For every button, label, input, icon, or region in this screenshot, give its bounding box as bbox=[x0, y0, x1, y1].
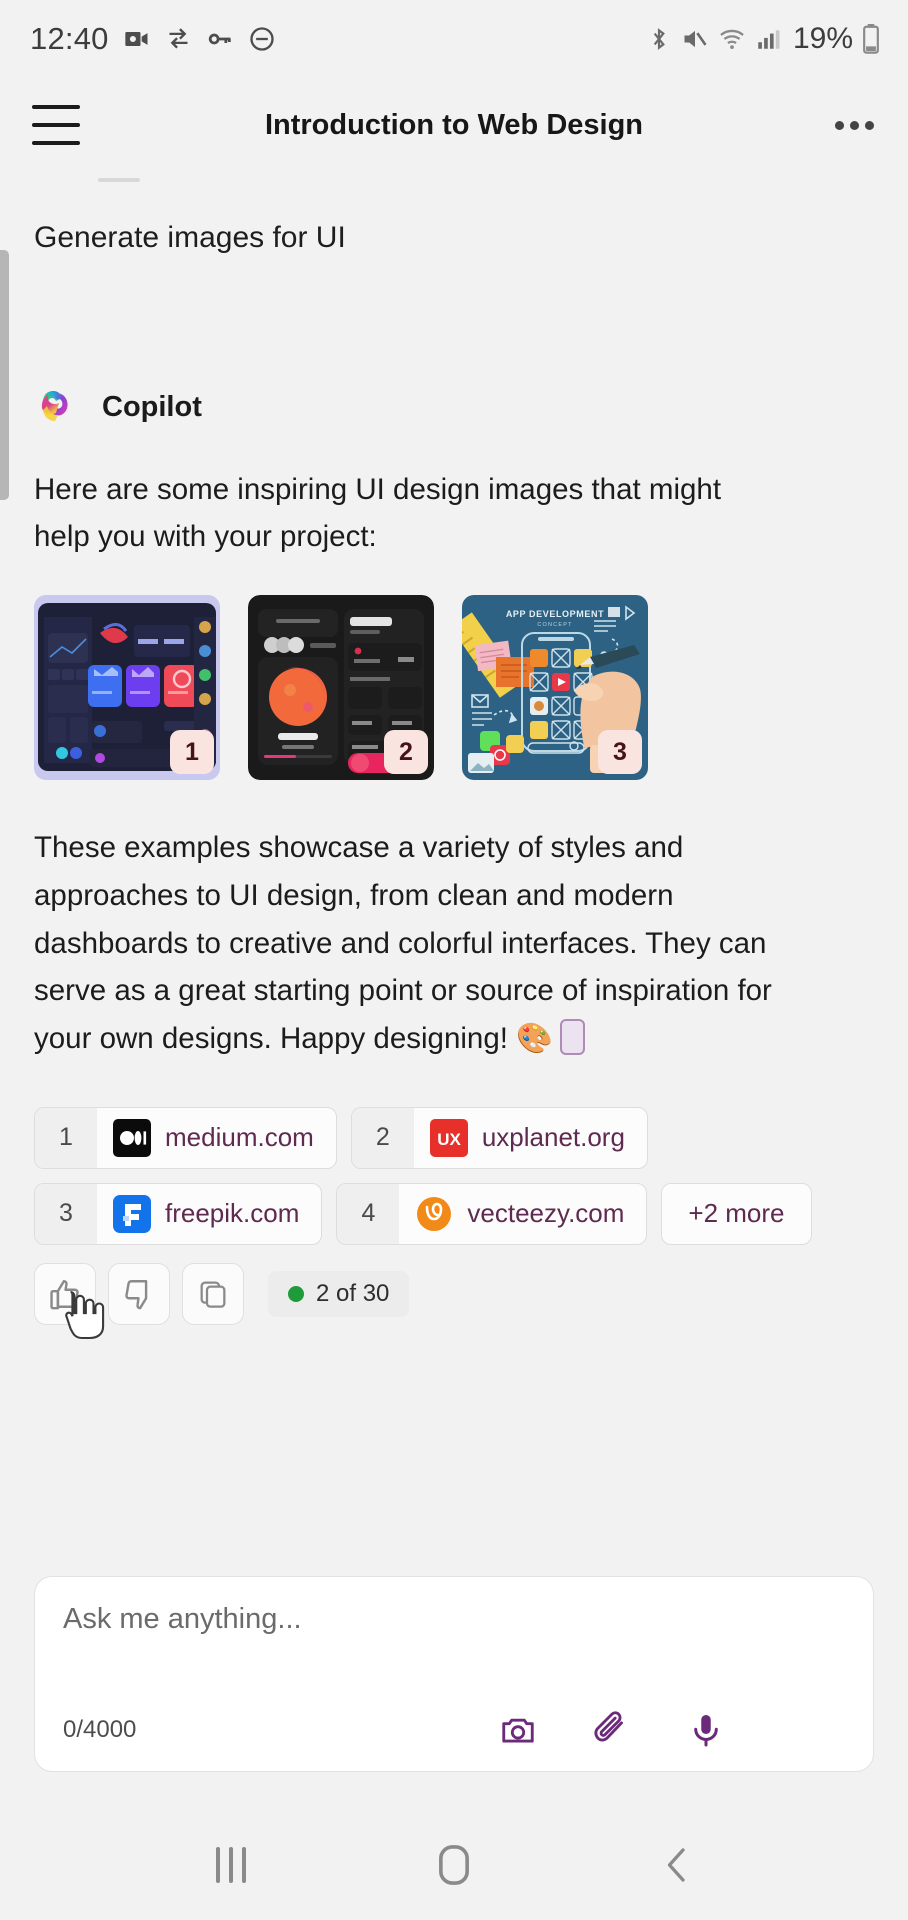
citation-chip-3[interactable]: 3 freepik.com bbox=[34, 1182, 323, 1245]
citation-list: 1 medium.com 2 UX uxplanet.org 3 freepik… bbox=[34, 1106, 874, 1245]
volume-muted-icon bbox=[681, 25, 709, 53]
assistant-paragraph-2: These examples showcase a variety of sty… bbox=[34, 824, 794, 1063]
page-title: Introduction to Web Design bbox=[264, 108, 644, 141]
message-counter: 2 of 30 bbox=[268, 1270, 410, 1317]
hamburger-menu-icon[interactable] bbox=[32, 105, 80, 145]
thumbs-down-icon[interactable] bbox=[108, 1262, 170, 1325]
citation-number: 2 bbox=[351, 1107, 414, 1168]
bluetooth-icon bbox=[646, 26, 672, 52]
conversation-content: Generate images for UI Copilot Here are … bbox=[0, 178, 908, 1340]
composer[interactable]: Ask me anything... 0/4000 bbox=[34, 1576, 874, 1772]
citation-chip-4[interactable]: 4 vecteezy.com bbox=[336, 1182, 648, 1245]
message-counter-label: 2 of 30 bbox=[316, 1279, 390, 1307]
generated-image-1[interactable]: 1 bbox=[34, 595, 220, 781]
generated-image-strip: 1 2 APP DEVELOPMENT CONCEPT 3 bbox=[34, 595, 874, 781]
freepik-favicon bbox=[113, 1194, 151, 1233]
generated-image-2[interactable]: 2 bbox=[248, 595, 434, 781]
vecteezy-favicon bbox=[415, 1195, 453, 1233]
message-actions: 2 of 30 bbox=[34, 1262, 874, 1340]
citation-label: vecteezy.com bbox=[467, 1198, 625, 1229]
system-navigation-bar bbox=[0, 1810, 908, 1920]
composer-placeholder[interactable]: Ask me anything... bbox=[63, 1603, 845, 1636]
battery-percent: 19% bbox=[792, 22, 853, 55]
character-counter: 0/4000 bbox=[63, 1716, 137, 1743]
recents-icon[interactable] bbox=[186, 1830, 276, 1900]
citation-label: medium.com bbox=[165, 1122, 314, 1153]
status-bar: 12:40 19% bbox=[0, 0, 908, 78]
microphone-icon[interactable] bbox=[687, 1711, 725, 1749]
image-badge: 3 bbox=[598, 730, 642, 775]
svg-text:APP DEVELOPMENT: APP DEVELOPMENT bbox=[506, 609, 604, 619]
assistant-paragraph-2-text: These examples showcase a variety of sty… bbox=[34, 831, 772, 1056]
citations-more-label: +2 more bbox=[688, 1198, 785, 1229]
image-badge: 2 bbox=[384, 730, 428, 775]
thumbs-up-icon[interactable] bbox=[34, 1262, 105, 1340]
conversation-scroll-area[interactable]: Generate images for UI Copilot Here are … bbox=[0, 172, 908, 1534]
scrollbar-thumb[interactable] bbox=[0, 250, 9, 500]
citation-chip-1[interactable]: 1 medium.com bbox=[34, 1106, 337, 1169]
video-camera-icon bbox=[123, 25, 151, 53]
wifi-icon bbox=[718, 25, 746, 53]
status-time: 12:40 bbox=[30, 21, 109, 56]
unsupported-glyph-box bbox=[559, 1019, 585, 1056]
assistant-header: Copilot bbox=[34, 384, 874, 432]
more-options-icon[interactable] bbox=[835, 120, 874, 130]
svg-text:UX: UX bbox=[437, 1130, 461, 1149]
citation-chip-2[interactable]: 2 UX uxplanet.org bbox=[350, 1106, 648, 1169]
image-badge: 1 bbox=[170, 730, 214, 775]
battery-icon bbox=[862, 24, 880, 54]
status-dot bbox=[288, 1285, 304, 1302]
uxplanet-favicon: UX bbox=[429, 1118, 468, 1157]
citation-number: 4 bbox=[337, 1183, 400, 1244]
status-bar-right: 19% bbox=[646, 0, 880, 78]
citation-label: uxplanet.org bbox=[481, 1122, 625, 1153]
citation-label: freepik.com bbox=[165, 1198, 300, 1229]
user-message: Generate images for UI bbox=[34, 221, 346, 254]
back-icon[interactable] bbox=[632, 1830, 722, 1900]
citation-number: 1 bbox=[35, 1107, 97, 1168]
truncated-message-remnant bbox=[98, 178, 140, 182]
key-icon bbox=[206, 25, 234, 53]
composer-icons bbox=[499, 1711, 725, 1749]
vpn-icon bbox=[165, 26, 192, 53]
citations-more-button[interactable]: +2 more bbox=[661, 1182, 812, 1245]
generated-image-3[interactable]: APP DEVELOPMENT CONCEPT 3 bbox=[462, 595, 648, 781]
copy-icon[interactable] bbox=[182, 1262, 244, 1325]
do-not-disturb-icon bbox=[248, 25, 276, 53]
home-icon[interactable] bbox=[409, 1830, 499, 1900]
attachment-icon[interactable] bbox=[593, 1711, 631, 1749]
cellular-signal-icon bbox=[755, 26, 781, 52]
assistant-paragraph-1: Here are some inspiring UI design images… bbox=[34, 472, 722, 554]
composer-bottom-row: 0/4000 bbox=[63, 1711, 845, 1749]
svg-text:CONCEPT: CONCEPT bbox=[537, 622, 572, 628]
citation-number: 3 bbox=[35, 1183, 97, 1244]
camera-icon[interactable] bbox=[499, 1711, 537, 1749]
assistant-name: Copilot bbox=[102, 391, 202, 423]
medium-favicon bbox=[113, 1118, 151, 1157]
app-bar: Introduction to Web Design bbox=[0, 78, 908, 172]
status-bar-left: 12:40 bbox=[30, 21, 276, 57]
copilot-logo bbox=[34, 384, 82, 432]
